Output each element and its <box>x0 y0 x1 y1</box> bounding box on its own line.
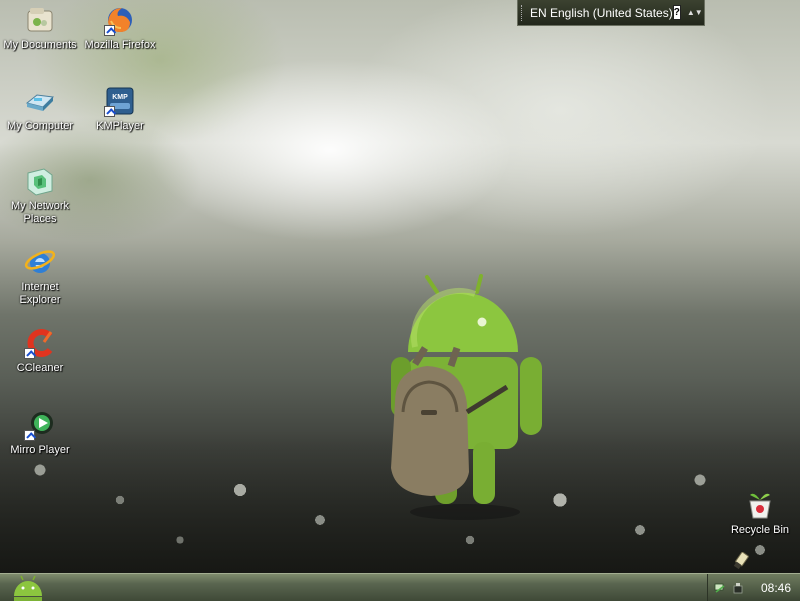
kmplayer-icon: KMP <box>104 85 136 117</box>
language-bar-grip[interactable] <box>521 4 522 21</box>
firefox-icon <box>104 4 136 36</box>
start-button[interactable] <box>6 574 50 601</box>
network-places-icon <box>24 165 56 197</box>
desktop-icon-label: My Documents <box>3 39 77 51</box>
desktop-icon-mozilla-firefox[interactable]: Mozilla Firefox <box>80 4 160 52</box>
network-icon[interactable] <box>714 582 726 594</box>
desktop-icon-label: KMPlayer <box>96 120 144 132</box>
help-icon[interactable]: ? <box>672 5 681 20</box>
taskbar: 08:46 <box>0 573 800 601</box>
internet-explorer-icon <box>24 246 56 278</box>
language-indicator[interactable]: EN English (United States) <box>530 6 673 20</box>
my-computer-icon <box>24 85 56 117</box>
shortcut-arrow-icon <box>104 25 115 36</box>
android-start-icon <box>14 575 42 601</box>
usb-icon[interactable] <box>732 582 744 594</box>
desktop-icon-my-computer[interactable]: My Computer <box>0 85 80 133</box>
system-tray: 08:46 <box>707 574 800 601</box>
taskbar-clock[interactable]: 08:46 <box>761 581 791 595</box>
desktop-icon-internet-explorer[interactable]: Internet Explorer <box>0 246 80 307</box>
shortcut-arrow-icon <box>104 106 115 117</box>
desktop-icon-recycle-bin[interactable]: Recycle Bin <box>720 489 800 537</box>
desktop-icon-label: Internet Explorer <box>19 281 61 306</box>
desktop-icon-network-places[interactable]: My Network Places <box>0 165 80 226</box>
shortcut-arrow-icon <box>24 430 35 441</box>
mirro-player-icon <box>24 409 56 441</box>
shortcut-arrow-icon <box>24 348 35 359</box>
desktop-icon-label: Mirro Player <box>10 444 70 456</box>
desktop-icon-label: My Network Places <box>10 200 70 225</box>
desktop-icon-kmplayer[interactable]: KMP KMPlayer <box>80 85 160 133</box>
desktop-icon-label: Mozilla Firefox <box>84 39 156 51</box>
desktop-icon-label: CCleaner <box>16 362 64 374</box>
desktop-icon-my-documents[interactable]: My Documents <box>0 4 80 52</box>
recycle-bin-icon <box>744 489 776 521</box>
desktop-icon-mirro-player[interactable]: Mirro Player <box>0 409 80 457</box>
android-figure-illustration <box>391 274 542 520</box>
language-bar[interactable]: EN English (United States) ? ▲▼ <box>517 0 705 26</box>
desktop-icon-ccleaner[interactable]: CCleaner <box>0 327 80 375</box>
usb-drive-tray-icon[interactable] <box>732 551 752 570</box>
ccleaner-icon <box>24 327 56 359</box>
desktop-icon-label: Recycle Bin <box>730 524 790 536</box>
language-bar-options-icon[interactable]: ▲▼ <box>687 8 703 17</box>
desktop-icon-label: My Computer <box>6 120 74 132</box>
kmplayer-badge-text: KMP <box>112 94 128 101</box>
my-documents-icon <box>24 4 56 36</box>
